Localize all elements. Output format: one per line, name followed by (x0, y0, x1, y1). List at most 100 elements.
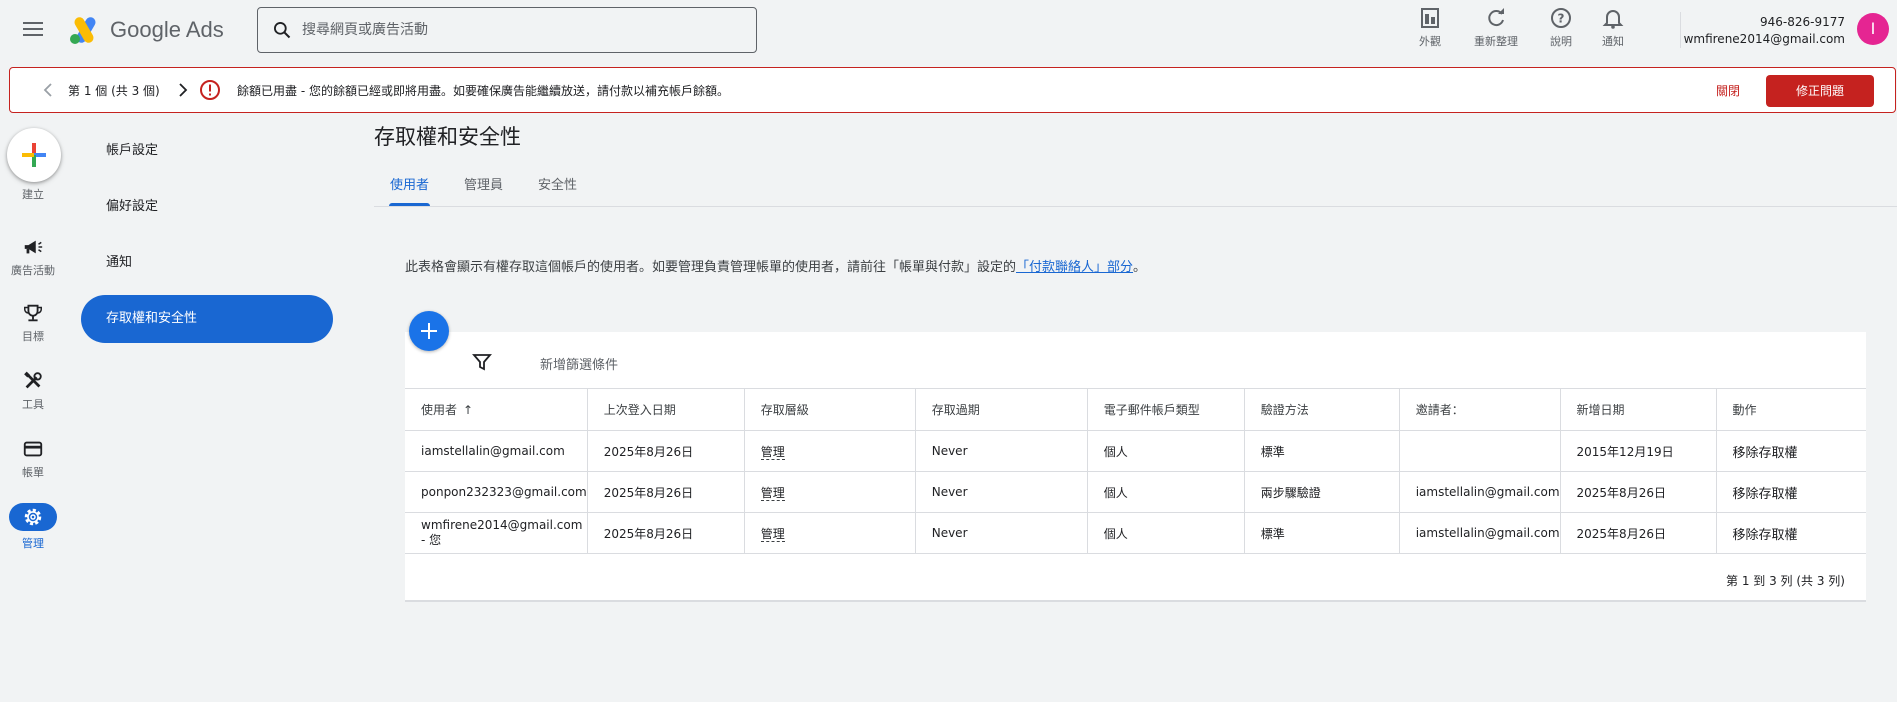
tab-security[interactable]: 安全性 (538, 174, 577, 206)
cell-action: 移除存取權 (1716, 471, 1866, 513)
access-level-dropdown[interactable]: 管理 (760, 526, 785, 542)
account-email: wmfirene2014@gmail.com (1683, 32, 1845, 46)
column-header-user[interactable]: 使用者 ↑ (405, 388, 588, 431)
cell-access-level: 管理 (744, 471, 916, 513)
top-app-bar: Google Ads 外觀 重新整理 ? 說明 通知 946-826-9177 … (0, 0, 1897, 60)
chevron-right-icon[interactable] (173, 79, 193, 101)
plus-multicolor-icon (22, 143, 46, 167)
table-row: wmfirene2014@gmail.com - 您 2025年8月26日 管理 … (405, 512, 1866, 554)
side-nav-account-settings[interactable]: 帳戶設定 (81, 127, 333, 175)
cell-email-type: 個人 (1087, 471, 1245, 513)
user-email: wmfirene2014@gmail.com (421, 518, 583, 532)
help-icon: ? (1551, 8, 1571, 28)
column-header-access-expiry[interactable]: 存取過期 (915, 388, 1088, 431)
cell-access-expiry: Never (915, 471, 1088, 513)
refresh-label: 重新整理 (1474, 35, 1518, 48)
column-header-actions: 動作 (1716, 388, 1866, 431)
add-filter-button[interactable]: 新增篩選條件 (540, 354, 618, 373)
column-header-last-login[interactable]: 上次登入日期 (587, 388, 745, 431)
search-input[interactable] (302, 22, 742, 38)
rail-item-tools[interactable]: 工具 (0, 370, 66, 412)
table-row: iamstellalin@gmail.com 2025年8月26日 管理 Nev… (405, 430, 1866, 472)
help-button[interactable]: ? 說明 (1531, 6, 1591, 49)
notifications-label: 通知 (1602, 35, 1624, 48)
cell-added-date: 2015年12月19日 (1560, 430, 1717, 472)
column-header-inviter[interactable]: 邀請者： (1399, 388, 1561, 431)
create-label: 建立 (22, 188, 44, 201)
cell-added-date: 2025年8月26日 (1560, 512, 1717, 554)
alert-message: 餘額已用盡 - 您的餘額已經或即將用盡。如要確保廣告能繼續放送，請付款以補充帳戶… (237, 84, 729, 98)
cell-user: wmfirene2014@gmail.com - 您 (405, 512, 588, 554)
trophy-icon (24, 304, 42, 322)
side-nav-notifications[interactable]: 通知 (81, 239, 333, 287)
description-suffix: 。 (1133, 260, 1147, 275)
remove-access-button[interactable]: 移除存取權 (1733, 528, 1798, 543)
cell-action: 移除存取權 (1716, 430, 1866, 472)
rail-label-goals: 目標 (22, 330, 44, 343)
refresh-icon (1488, 8, 1504, 27)
tools-icon (24, 371, 42, 389)
column-header-access-level[interactable]: 存取層級 (744, 388, 916, 431)
create-button[interactable] (7, 128, 61, 182)
appearance-button[interactable]: 外觀 (1400, 6, 1460, 49)
refresh-button[interactable]: 重新整理 (1466, 6, 1526, 49)
rail-item-campaigns[interactable]: 廣告活動 (0, 236, 66, 278)
cell-last-login: 2025年8月26日 (587, 471, 745, 513)
tab-users[interactable]: 使用者 (388, 174, 431, 206)
rail-active-indicator (9, 503, 57, 531)
side-nav-access-security[interactable]: 存取權和安全性 (81, 295, 333, 343)
sort-ascending-icon[interactable]: ↑ (463, 403, 473, 417)
remove-access-button[interactable]: 移除存取權 (1733, 446, 1798, 461)
avatar[interactable]: I (1857, 13, 1889, 45)
cell-access-level: 管理 (744, 512, 916, 554)
header-divider (1680, 12, 1681, 48)
cell-verification: 兩步驟驗證 (1244, 471, 1400, 513)
logo-text: Google Ads (110, 17, 224, 42)
column-header-label: 使用者 (421, 403, 458, 417)
plus-icon (421, 323, 437, 339)
account-id: 946-826-9177 (1759, 15, 1845, 29)
cell-access-level: 管理 (744, 430, 916, 472)
google-ads-logo[interactable]: Google Ads (68, 14, 224, 46)
appearance-icon (1421, 8, 1439, 28)
menu-icon[interactable] (20, 18, 46, 42)
rail-item-admin[interactable]: 管理 (0, 503, 66, 551)
cell-email-type: 個人 (1087, 430, 1245, 472)
rail-item-billing[interactable]: 帳單 (0, 438, 66, 480)
cell-verification: 標準 (1244, 512, 1400, 554)
search-icon (274, 22, 291, 39)
rail-item-goals[interactable]: 目標 (0, 302, 66, 344)
cell-action: 移除存取權 (1716, 512, 1866, 554)
remove-access-button[interactable]: 移除存取權 (1733, 487, 1798, 502)
access-level-dropdown[interactable]: 管理 (760, 444, 785, 460)
appearance-label: 外觀 (1419, 35, 1441, 48)
cell-inviter (1399, 430, 1561, 472)
dismiss-alert-button[interactable]: 關閉 (1716, 82, 1740, 99)
add-user-button[interactable] (409, 311, 449, 351)
page-title: 存取權和安全性 (374, 125, 521, 149)
search-box[interactable] (257, 7, 757, 53)
account-info[interactable]: 946-826-9177 wmfirene2014@gmail.com (1684, 14, 1845, 48)
page-description: 此表格會顯示有權存取這個帳戶的使用者。如要管理負責管理帳單的使用者，請前往「帳單… (405, 256, 1146, 275)
cell-access-expiry: Never (915, 512, 1088, 554)
notifications-button[interactable]: 通知 (1583, 6, 1643, 49)
rail-label-admin: 管理 (22, 537, 44, 550)
filter-icon[interactable] (472, 352, 492, 372)
payment-contacts-link[interactable]: 「付款聯絡人」部分 (1016, 260, 1133, 275)
column-header-verification[interactable]: 驗證方法 (1244, 388, 1400, 431)
gear-icon (24, 508, 42, 526)
access-level-dropdown[interactable]: 管理 (760, 485, 785, 501)
error-icon (200, 80, 220, 100)
fix-issue-button[interactable]: 修正問題 (1766, 75, 1874, 107)
column-header-email-type[interactable]: 電子郵件帳戶類型 (1087, 388, 1245, 431)
column-header-added-date[interactable]: 新增日期 (1560, 388, 1717, 431)
rail-label-campaigns: 廣告活動 (11, 264, 55, 277)
table-header-row: 使用者 ↑ 上次登入日期 存取層級 存取過期 電子郵件帳戶類型 驗證方法 邀請者：… (405, 388, 1866, 431)
tab-managers[interactable]: 管理員 (464, 174, 503, 206)
alert-count: 第 1 個 (共 3 個) (68, 84, 160, 98)
cell-inviter: iamstellalin@gmail.com (1399, 471, 1561, 513)
table-row: ponpon232323@gmail.com 2025年8月26日 管理 Nev… (405, 471, 1866, 513)
chevron-left-icon[interactable] (38, 79, 58, 101)
rail-label-billing: 帳單 (22, 466, 44, 479)
side-nav-preferences[interactable]: 偏好設定 (81, 183, 333, 231)
